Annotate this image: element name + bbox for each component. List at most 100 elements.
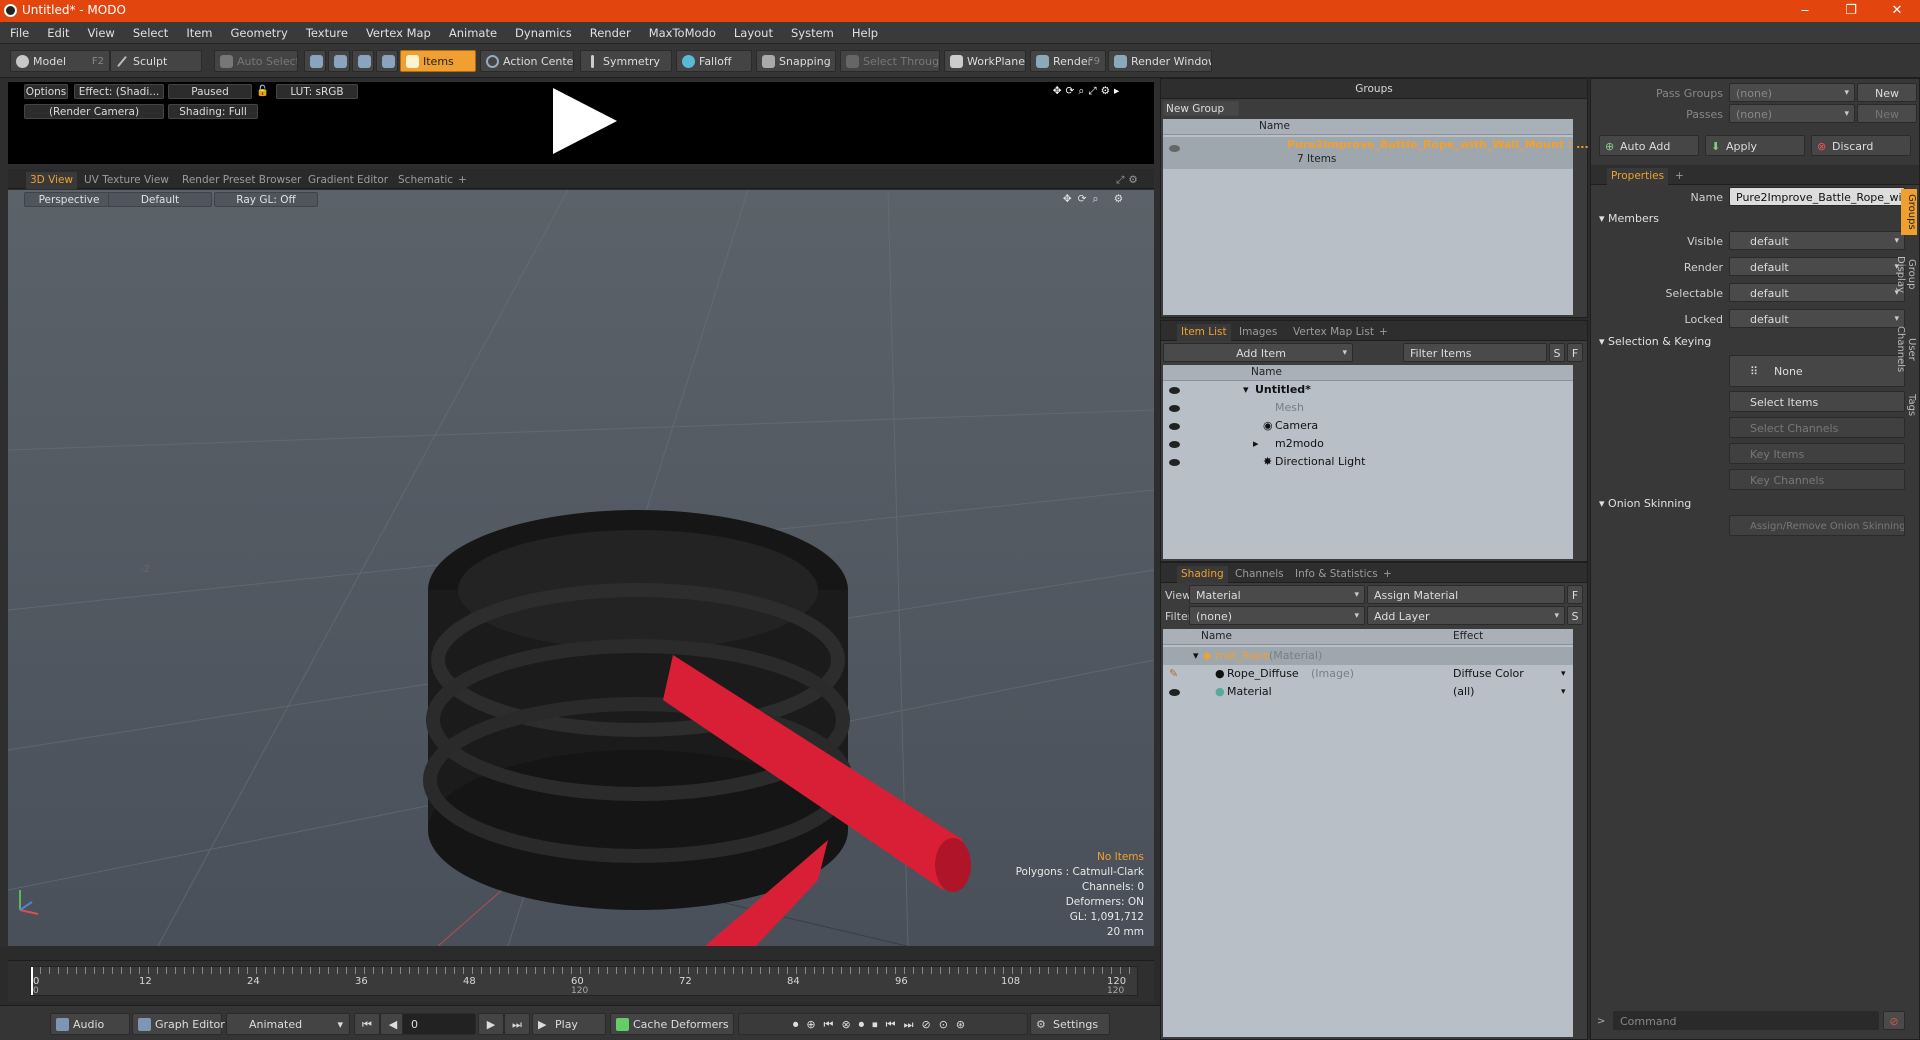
key-channels-button[interactable]: Key Channels [1729, 469, 1905, 490]
menu-texture[interactable]: Texture [296, 22, 356, 40]
render-window-button[interactable]: Render Window [1108, 50, 1212, 72]
menu-edit[interactable]: Edit [37, 22, 77, 40]
selection-keying-section[interactable]: ▾ Selection & Keying [1599, 335, 1711, 348]
add-layer-dropdown[interactable]: Add Layer ▾ [1367, 606, 1565, 625]
shader-row-material[interactable]: ● Material (all) ▾ [1163, 683, 1573, 701]
workplane-button[interactable]: WorkPlane [944, 50, 1026, 72]
sculpt-button[interactable]: Sculpt [110, 50, 202, 72]
tab-properties[interactable]: Properties [1607, 168, 1669, 185]
passes-dropdown[interactable]: (none) ▾ [1729, 104, 1855, 123]
items-mode-button[interactable]: Items [400, 50, 476, 72]
chevron-down-icon[interactable]: ▾ [1561, 683, 1566, 701]
vtab-tags[interactable]: Tags [1901, 389, 1917, 421]
tab-vertex-map-list[interactable]: Vertex Map List [1289, 324, 1378, 341]
render-button[interactable]: Render F9 [1030, 50, 1106, 72]
timeline-track[interactable]: 0 12 24 36 48 60 72 84 96 108 120 0 120 … [30, 966, 1138, 996]
viewport-layout-controls[interactable]: ⤢⚙ [1112, 172, 1146, 189]
go-to-start-button[interactable]: ⏮ [354, 1013, 380, 1035]
brush-icon[interactable]: ✎ [1169, 665, 1178, 683]
minimize-button[interactable]: ‒ [1782, 0, 1828, 22]
go-to-end-button[interactable]: ⏭ [504, 1013, 530, 1035]
falloff-button[interactable]: Falloff [676, 50, 752, 72]
frame-field[interactable]: 0 [402, 1013, 476, 1035]
menu-view[interactable]: View [78, 22, 123, 40]
select-through-button[interactable]: Select Through [840, 50, 940, 72]
edges-mode-button[interactable] [328, 50, 350, 72]
menu-maxtomodo[interactable]: MaxToModo [639, 22, 724, 40]
add-item-dropdown[interactable]: Add Item ▾ [1163, 343, 1353, 362]
group-row[interactable]: Pure2Improve_Battle_Rope_with_Wall_Mount… [1163, 137, 1589, 169]
shader-tree[interactable]: Name Effect ▾ ◆ mat_Rope (Material) ✎ ● Rope_D… [1163, 629, 1573, 1037]
key-controls[interactable]: ⏺⊕⏮⊗⏺⏹⏮⏭⊘⊙⊛ [738, 1013, 1028, 1035]
polygons-mode-button[interactable] [352, 50, 374, 72]
menu-item[interactable]: Item [176, 22, 220, 40]
preview-view-controls[interactable]: ✥⟳⌕⤢⚙▸ [1038, 84, 1138, 99]
item-row-m2modo[interactable]: ▸ m2modo [1163, 435, 1573, 453]
visibility-icon[interactable] [1169, 423, 1180, 430]
render-dropdown[interactable]: default ▾ [1729, 257, 1905, 276]
item-row-camera[interactable]: ◉ Camera [1163, 417, 1573, 435]
apply-button[interactable]: ⬇ Apply [1705, 135, 1805, 156]
tab-info-statistics[interactable]: Info & Statistics [1291, 566, 1382, 583]
vertices-mode-button[interactable] [304, 50, 326, 72]
menu-geometry[interactable]: Geometry [221, 22, 296, 40]
symmetry-button[interactable]: Symmetry [580, 50, 672, 72]
graph-editor-button[interactable]: Graph Editor [132, 1013, 225, 1035]
item-row-untitled[interactable]: ▾ Untitled* [1163, 381, 1573, 399]
tab-uv-texture-view[interactable]: UV Texture View [80, 172, 173, 189]
group-name-field[interactable]: Pure2Improve_Battle_Rope_with_W [1729, 187, 1905, 206]
new-group-button[interactable]: New Group [1163, 101, 1239, 116]
add-panel-tab-button[interactable]: + [1379, 566, 1396, 583]
visibility-icon[interactable] [1169, 387, 1180, 394]
itemlist-f-button[interactable]: F [1567, 343, 1583, 362]
play-button[interactable]: ▶ Play [532, 1013, 606, 1035]
audio-button[interactable]: Audio [50, 1013, 130, 1035]
preview-lut-dropdown[interactable]: LUT: sRGB [276, 84, 358, 99]
command-input[interactable]: Command [1613, 1011, 1879, 1030]
timeline[interactable]: 0 12 24 36 48 60 72 84 96 108 120 0 120 … [8, 960, 1154, 1002]
menu-render[interactable]: Render [580, 22, 639, 40]
materials-mode-button[interactable] [376, 50, 398, 72]
members-section[interactable]: ▾ Members [1599, 212, 1659, 225]
vtab-group-display[interactable]: Group Display [1895, 239, 1917, 309]
vtab-user-channels[interactable]: User Channels [1895, 313, 1917, 385]
none-button[interactable]: ⠿ None [1729, 355, 1905, 387]
assign-material-button[interactable]: Assign Material [1367, 585, 1565, 604]
menu-select[interactable]: Select [123, 22, 176, 40]
visibility-icon[interactable] [1169, 689, 1180, 696]
filter-items-field[interactable]: Filter Items [1403, 343, 1547, 362]
menu-animate[interactable]: Animate [439, 22, 505, 40]
lock-icon[interactable]: 🔓 [256, 84, 269, 99]
menu-layout[interactable]: Layout [724, 22, 781, 40]
select-items-button[interactable]: Select Items [1729, 391, 1905, 412]
filter-dropdown[interactable]: (none) ▾ [1189, 606, 1365, 625]
tab-schematic[interactable]: Schematic [394, 172, 457, 189]
snapping-button[interactable]: Snapping [756, 50, 836, 72]
cache-deformers-button[interactable]: Cache Deformers [610, 1013, 734, 1035]
settings-button[interactable]: ⚙ Settings [1030, 1013, 1110, 1035]
tab-item-list[interactable]: Item List [1177, 324, 1231, 341]
visible-dropdown[interactable]: default ▾ [1729, 231, 1905, 250]
preview-paused-button[interactable]: Paused [168, 84, 252, 99]
expand-arrow-icon[interactable]: ▸ [1253, 435, 1259, 453]
new-pass-button[interactable]: New [1857, 104, 1917, 123]
item-row-mesh[interactable]: Mesh [1163, 399, 1573, 417]
expand-arrow-icon[interactable]: ▾ [1243, 381, 1249, 399]
expand-arrow-icon[interactable]: ▾ [1193, 647, 1199, 665]
tab-gradient-editor[interactable]: Gradient Editor [304, 172, 392, 189]
assign-onion-button[interactable]: Assign/Remove Onion Skinning [1729, 515, 1905, 536]
preview-shading-dropdown[interactable]: Shading: Full [168, 104, 258, 119]
menu-help[interactable]: Help [842, 22, 886, 40]
visibility-icon[interactable] [1169, 405, 1180, 412]
preview-effect-dropdown[interactable]: Effect: (Shadi... [74, 84, 164, 99]
add-panel-tab-button[interactable]: + [1671, 168, 1688, 185]
menu-vertex-map[interactable]: Vertex Map [356, 22, 439, 40]
tab-images[interactable]: Images [1235, 324, 1281, 341]
menu-dynamics[interactable]: Dynamics [505, 22, 580, 40]
item-row-directional-light[interactable]: ✸ Directional Light [1163, 453, 1573, 471]
tab-channels[interactable]: Channels [1231, 566, 1288, 583]
add-panel-tab-button[interactable]: + [1375, 324, 1392, 341]
preview-camera-dropdown[interactable]: (Render Camera) [24, 104, 164, 119]
key-items-button[interactable]: Key Items [1729, 443, 1905, 464]
command-stop-icon[interactable]: ⊘ [1883, 1011, 1905, 1030]
